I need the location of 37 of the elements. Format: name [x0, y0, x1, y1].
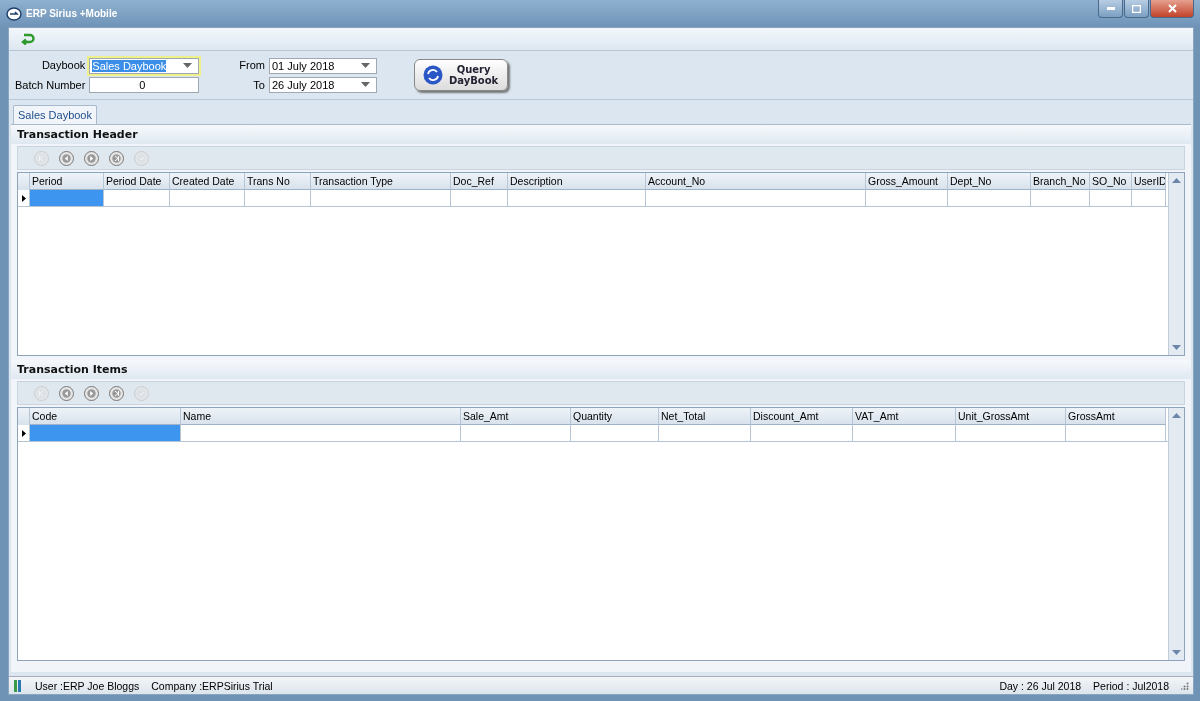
- batch-number-label: Batch Number: [15, 79, 86, 91]
- column-header[interactable]: Sale_Amt: [461, 408, 571, 425]
- tab[interactable]: Sales Daybook: [13, 105, 97, 124]
- column-header[interactable]: Period Date: [104, 173, 170, 190]
- query-daybook-button[interactable]: Query DayBook: [414, 59, 508, 91]
- column-header[interactable]: Doc_Ref: [451, 173, 508, 190]
- section-header: Transaction Header: [11, 125, 1191, 144]
- section-header: Transaction Items: [11, 360, 1191, 379]
- column-header[interactable]: Net_Total: [659, 408, 751, 425]
- status-period: Period : Jul2018: [1093, 679, 1169, 692]
- column-header[interactable]: Description: [508, 173, 646, 190]
- column-header[interactable]: Unit_GrossAmt: [956, 408, 1066, 425]
- from-date-dropdown[interactable]: 01 July 2018: [269, 57, 377, 74]
- column-header[interactable]: Period: [30, 173, 104, 190]
- column-header[interactable]: Quantity: [571, 408, 659, 425]
- column-header[interactable]: Gross_Amount: [866, 173, 948, 190]
- column-header[interactable]: GrossAmt: [1066, 408, 1166, 425]
- column-header[interactable]: Created Date: [170, 173, 245, 190]
- column-header[interactable]: Code: [30, 408, 181, 425]
- status-company: Company :ERPSirius Trial: [151, 679, 273, 692]
- column-header[interactable]: Account_No: [646, 173, 866, 190]
- status-day: Day : 26 Jul 2018: [999, 679, 1082, 692]
- column-header[interactable]: VAT_Amt: [853, 408, 956, 425]
- from-label: From: [239, 59, 265, 71]
- column-header[interactable]: Dept_No: [948, 173, 1031, 190]
- column-header[interactable]: Discount_Amt: [751, 408, 853, 425]
- column-header[interactable]: Name: [181, 408, 461, 425]
- column-header[interactable]: Trans No: [245, 173, 311, 190]
- status-user: User :ERP Joe Bloggs: [35, 679, 140, 692]
- daybook-label: Daybook: [41, 59, 86, 71]
- column-header[interactable]: SO_No: [1090, 173, 1132, 190]
- window-title: ERP Sirius +Mobile: [26, 8, 118, 19]
- column-header[interactable]: Branch_No: [1031, 173, 1090, 190]
- to-date-dropdown[interactable]: 26 July 2018: [269, 76, 377, 93]
- batch-number-field[interactable]: 0: [89, 76, 200, 93]
- column-header[interactable]: Transaction Type: [311, 173, 451, 190]
- to-label: To: [253, 79, 265, 91]
